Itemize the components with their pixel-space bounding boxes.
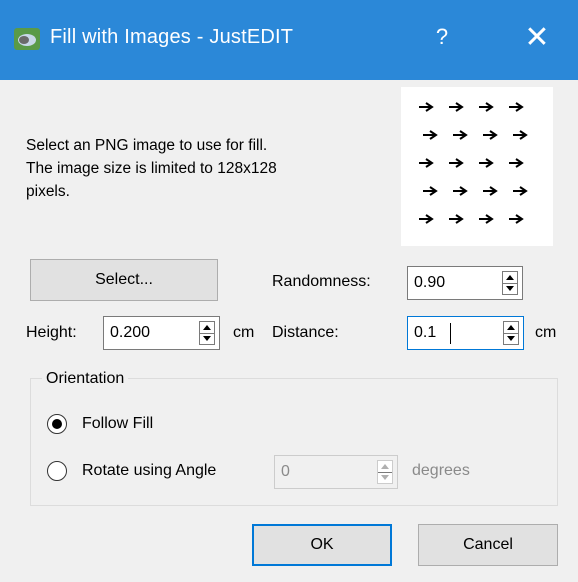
randomness-value: 0.90 <box>414 274 446 291</box>
justedit-app-icon <box>14 28 40 50</box>
randomness-spinbox[interactable]: 0.90 <box>407 266 523 300</box>
height-spinbox[interactable]: 0.200 <box>103 316 220 350</box>
description-line-3: pixels. <box>26 183 70 200</box>
randomness-label: Randomness: <box>272 273 371 290</box>
select-button[interactable]: Select... <box>30 259 218 301</box>
chevron-up-icon <box>506 275 514 280</box>
randomness-stepper[interactable] <box>502 271 518 295</box>
chevron-down-icon <box>203 336 211 341</box>
close-button[interactable]: ✕ <box>514 20 560 55</box>
rotate-angle-label[interactable]: Rotate using Angle <box>82 462 216 480</box>
angle-spinbox[interactable]: 0 <box>274 455 398 489</box>
distance-value: 0.1 <box>414 324 437 341</box>
distance-stepper[interactable] <box>503 321 519 345</box>
angle-stepper[interactable] <box>377 460 393 484</box>
chevron-up-icon <box>203 325 211 330</box>
description-text: Select an PNG image to use for fill. The… <box>26 134 376 203</box>
description-line-1: Select an PNG image to use for fill. <box>26 137 268 154</box>
height-value: 0.200 <box>110 324 151 341</box>
window-title: Fill with Images - JustEDIT <box>50 26 294 48</box>
orientation-group-title: Orientation <box>42 370 129 388</box>
chevron-down-icon <box>381 475 389 480</box>
chevron-down-icon <box>506 286 514 291</box>
follow-fill-radio[interactable] <box>47 414 67 434</box>
chevron-down-icon <box>507 336 515 341</box>
follow-fill-label[interactable]: Follow Fill <box>82 415 153 433</box>
fill-image-preview <box>401 87 553 246</box>
cancel-button[interactable]: Cancel <box>418 524 558 566</box>
distance-unit: cm <box>535 324 557 341</box>
distance-label: Distance: <box>272 324 339 341</box>
rotate-angle-radio[interactable] <box>47 461 67 481</box>
distance-spinbox[interactable]: 0.1 <box>407 316 524 350</box>
title-bar: Fill with Images - JustEDIT ? ✕ <box>0 0 578 80</box>
angle-value: 0 <box>281 463 290 480</box>
text-caret <box>450 323 451 344</box>
height-stepper[interactable] <box>199 321 215 345</box>
chevron-up-icon <box>381 464 389 469</box>
height-label: Height: <box>26 324 77 341</box>
angle-unit: degrees <box>412 462 470 479</box>
description-line-2: The image size is limited to 128x128 <box>26 160 277 177</box>
chevron-up-icon <box>507 325 515 330</box>
ok-button[interactable]: OK <box>252 524 392 566</box>
height-unit: cm <box>233 324 255 341</box>
help-button[interactable]: ? <box>422 24 462 50</box>
arrow-pattern-preview <box>419 102 528 224</box>
